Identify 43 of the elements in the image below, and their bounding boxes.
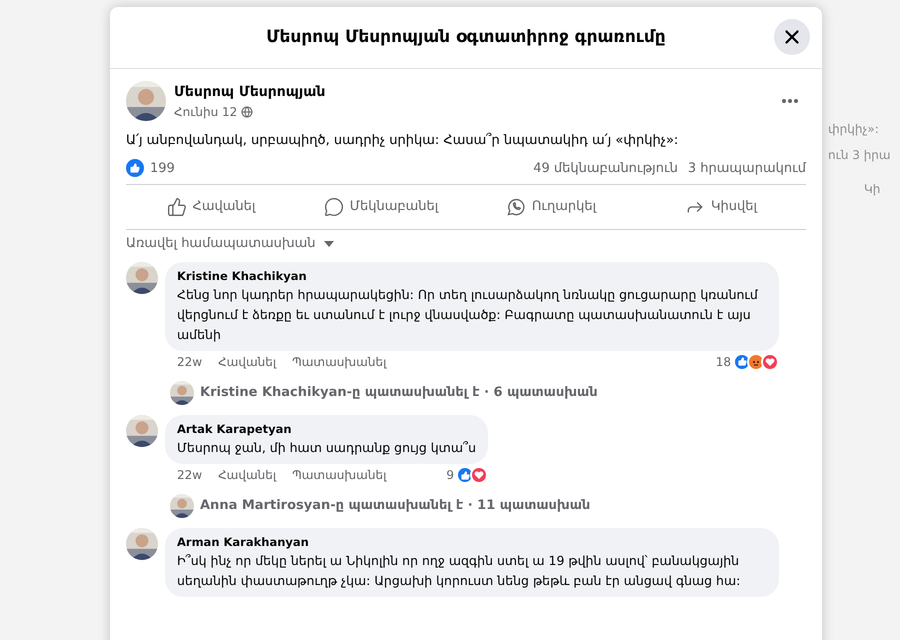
background-text: ուն 3 իրա [828, 147, 892, 164]
heart-reaction-icon [470, 466, 488, 484]
phone-bubble-icon [506, 197, 526, 217]
comment-author[interactable]: Artak Karapetyan [177, 420, 476, 438]
post-action-button[interactable]: Մեկնաբանել [296, 189, 466, 225]
like-reaction-icon [456, 466, 474, 484]
caret-icon [324, 240, 334, 247]
post-text: Ա՛յ անբովանդակ, սրբապիղծ, սադրիչ սրիկա: Հասա՞ր նպատակիդ ա՛յ «փրկիչ»: [126, 132, 680, 150]
thumbs-up-icon [166, 197, 187, 217]
globe-icon [241, 106, 254, 118]
sort-dropdown[interactable]: Առավել համապատասխան [126, 230, 334, 258]
comment-text: Ի՞սկ ինչ որ մեկը ներել ա Նիկոլին որ ողջ ազգին ստել ա 19 թվին ասլով՝ բանակցային սեղանին փաստաթուղթ չկա: Արցախի կորուստ նենց թեթև բան էր անցավ գնաց հա: [177, 552, 742, 590]
comment-time[interactable]: 22w [177, 466, 202, 484]
like-reaction-icon [733, 352, 751, 371]
like-link[interactable]: Հավանել [218, 466, 276, 484]
background-text: Կի [863, 181, 882, 198]
post-date[interactable]: Հունիս 12 [174, 102, 238, 120]
reaction-count[interactable]: 18 [716, 352, 731, 371]
like-reaction-icon [126, 159, 144, 178]
reaction-count[interactable]: 9 [446, 466, 454, 484]
comment-text: Մեսրոպ ջան, մի հատ սադրանք ցույց կտա՞ս [177, 439, 476, 457]
like-count[interactable]: 199 [150, 158, 534, 178]
dialog-title: Մեսրոպ Մեսրոպյան օգտատիրոջ գրառումը [266, 26, 666, 49]
heart-reaction-icon [761, 352, 779, 371]
post-author[interactable]: Մեսրոպ Մեսրոպյան [174, 82, 766, 102]
view-replies-link[interactable]: Kristine Khachikyan-ը պատասխանել է · 6 պատասխան [170, 380, 598, 405]
post-action-button[interactable]: Հավանել [126, 189, 296, 225]
more-icon [782, 99, 798, 103]
like-link[interactable]: Հավանել [218, 352, 276, 371]
share-count[interactable]: 3 հրապարակում [688, 158, 806, 178]
comment-author[interactable]: Arman Karakhanyan [177, 534, 767, 552]
post-action-button[interactable]: Ուղարկել [466, 189, 636, 225]
close-button[interactable] [774, 19, 810, 55]
reply-link[interactable]: Պատասխանել [292, 352, 386, 371]
reply-link[interactable]: Պատասխանել [292, 466, 386, 484]
comment-count[interactable]: 49 մեկնաբանություն [533, 158, 678, 178]
speech-bubble-icon [324, 197, 344, 217]
comment-time[interactable]: 22w [177, 352, 202, 371]
background-text: փրկիչ»: [828, 121, 880, 138]
post-action-button[interactable]: Կիսվել [636, 189, 806, 225]
comment-author[interactable]: Kristine Khachikyan [177, 268, 767, 285]
comment-text: Հենց նոր կադրեր հրապարակեցին: Որ տեղ լուսարձակող նռնակը ցուցարարը կռանում վերցնում է ձեռքը եւ ստանում է լուրջ վնասվածք: Բագրատը պատասխանատուն է այս ամենի [177, 286, 759, 344]
view-replies-link[interactable]: Anna Martirosyan-ը պատասխանել է · 11 պատասխան [170, 494, 590, 518]
